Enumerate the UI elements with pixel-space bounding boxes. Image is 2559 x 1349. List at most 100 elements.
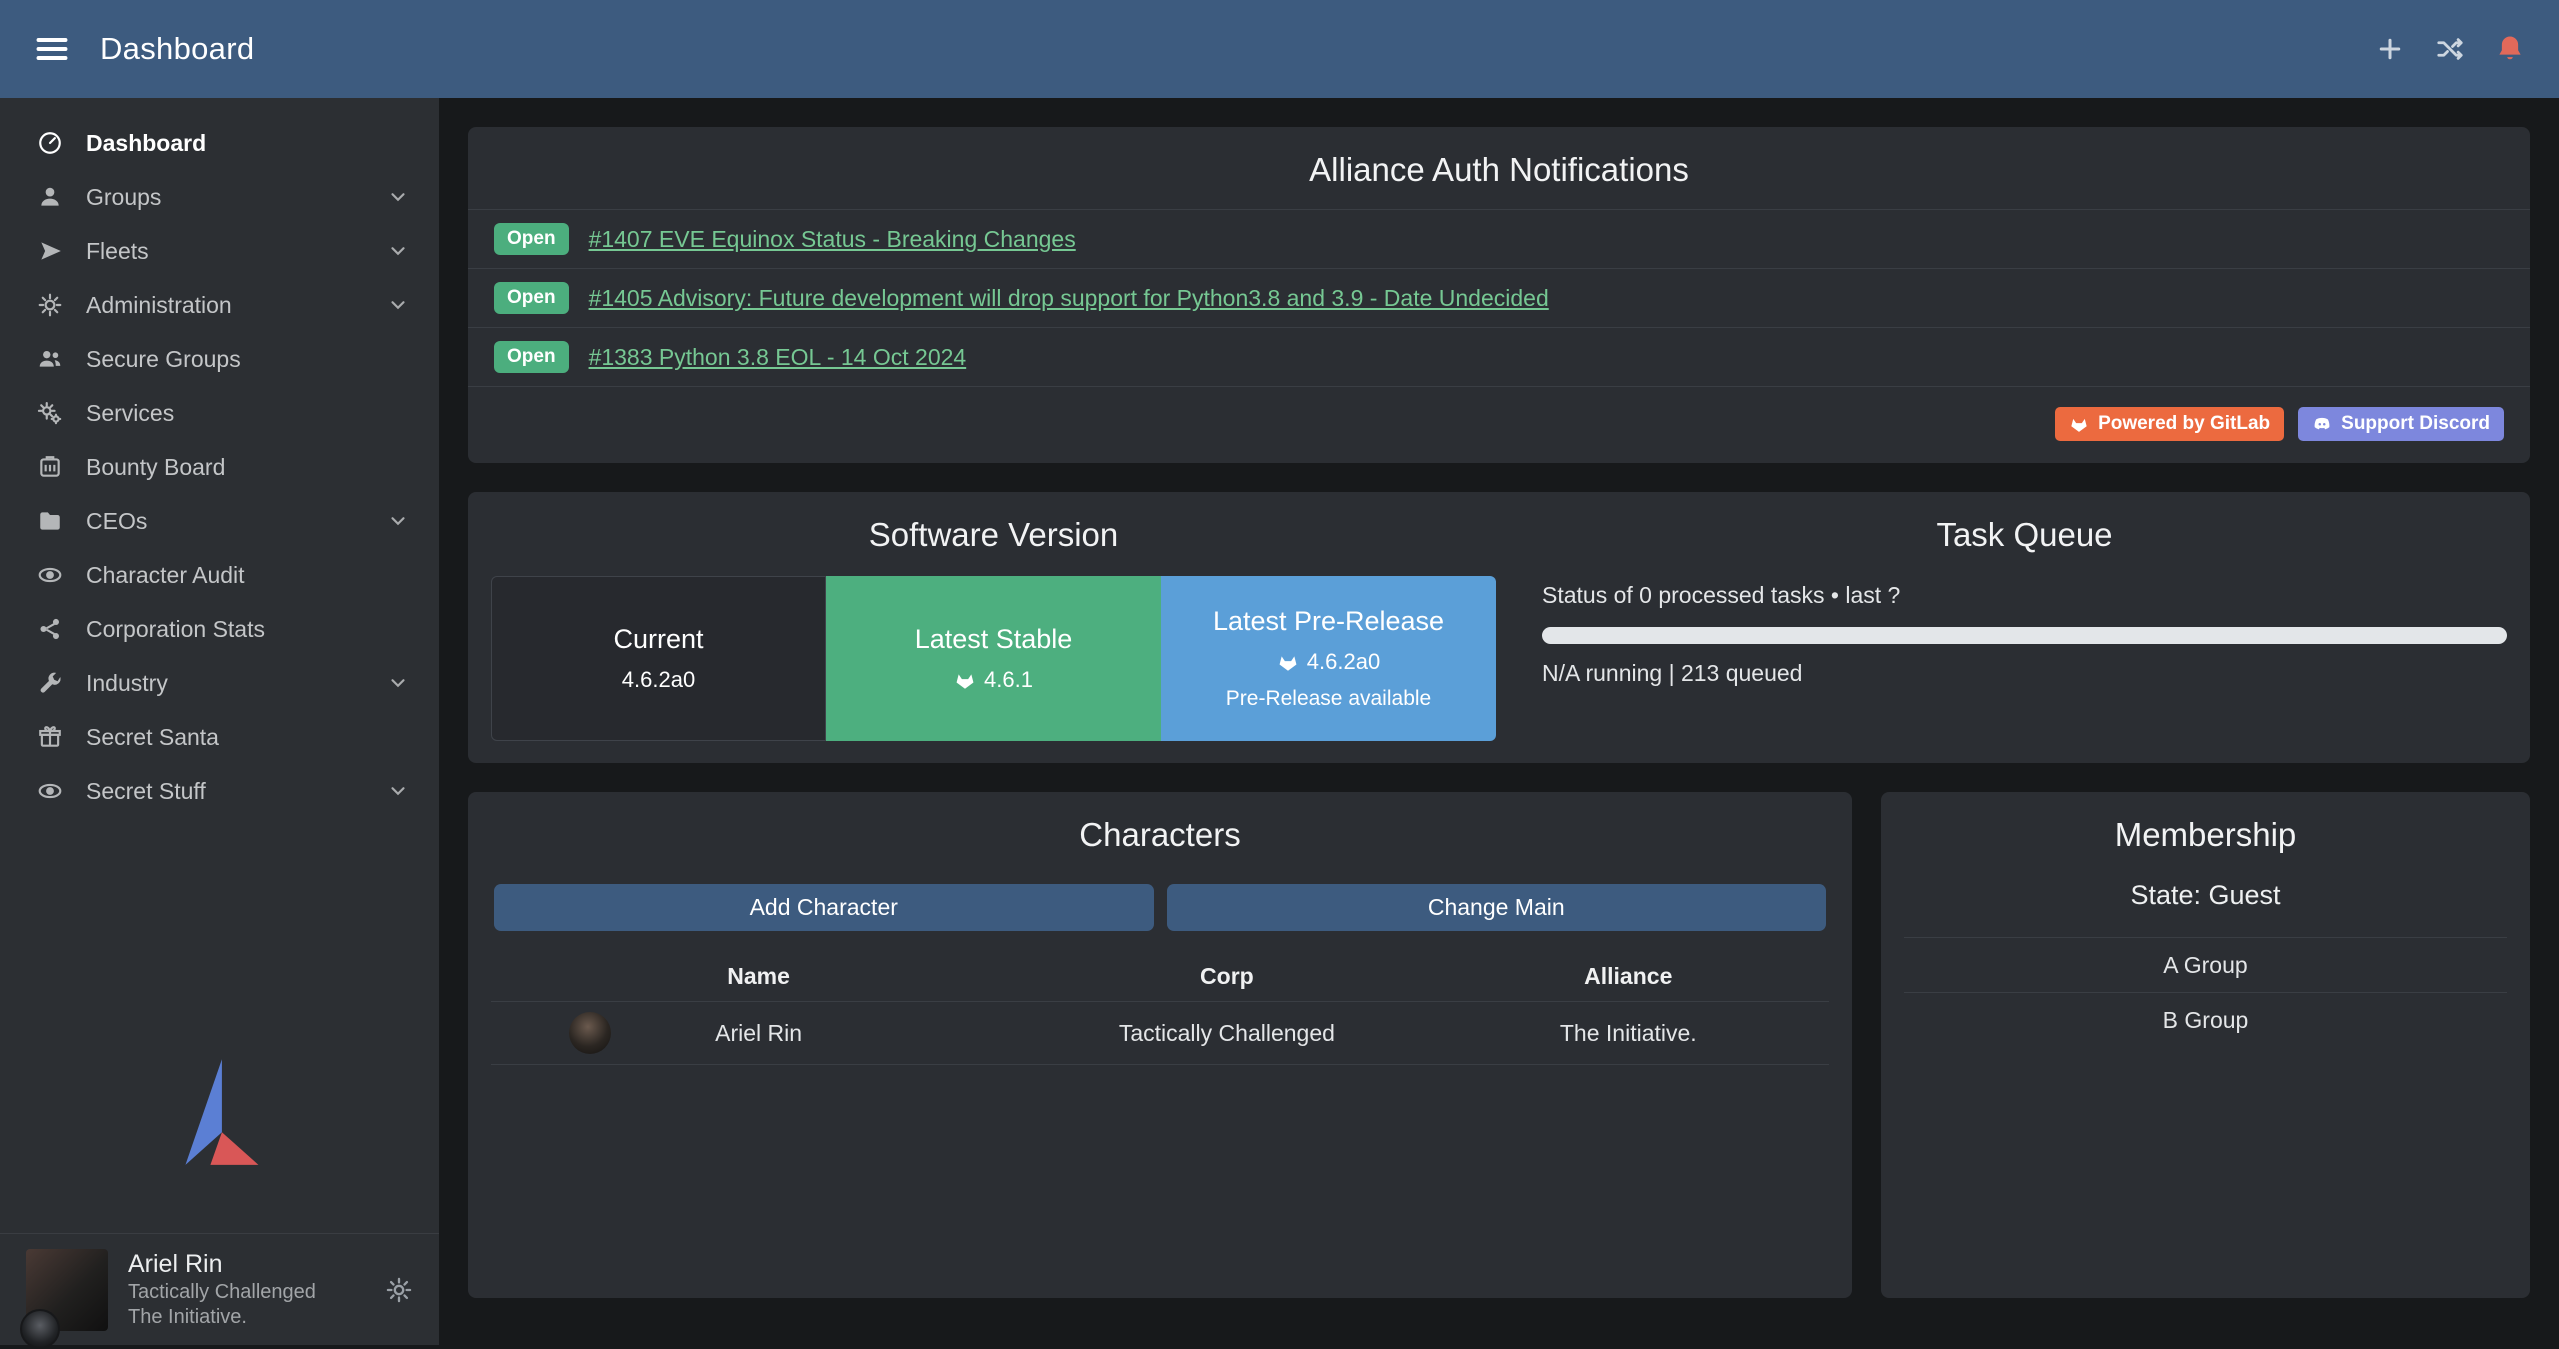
notifications-bell-icon[interactable] — [2495, 34, 2525, 64]
table-row: Ariel Rin Tactically Challenged The Init… — [491, 1001, 1829, 1065]
task-queue-counts-text: N/A running | 213 queued — [1542, 660, 2507, 687]
sidebar-item-services[interactable]: Services — [0, 386, 439, 440]
settings-gear-icon[interactable] — [385, 1276, 413, 1304]
gitlab-tanuki-icon — [1277, 651, 1299, 673]
membership-panel: Membership State: Guest A Group B Group — [1881, 792, 2530, 1298]
membership-title: Membership — [1904, 792, 2507, 874]
status-badge: Open — [494, 341, 569, 373]
column-header-corp: Corp — [1026, 963, 1427, 990]
version-stable-box: Latest Stable 4.6.1 — [826, 576, 1161, 741]
sidebar: Dashboard Groups Fleets Administra — [0, 98, 439, 1345]
chevron-down-icon — [387, 510, 409, 532]
sidebar-item-label: Secure Groups — [86, 346, 241, 373]
sidebar-item-ceos[interactable]: CEOs — [0, 494, 439, 548]
version-label: Latest Stable — [915, 624, 1073, 655]
sidebar-item-label: Industry — [86, 670, 168, 697]
sidebar-item-groups[interactable]: Groups — [0, 170, 439, 224]
user-alliance: The Initiative. — [128, 1305, 316, 1330]
prerelease-note: Pre-Release available — [1226, 687, 1431, 711]
software-version-title: Software Version — [491, 512, 1496, 568]
software-version-section: Software Version Current 4.6.2a0 Latest … — [468, 492, 1519, 763]
user-name: Ariel Rin — [128, 1249, 316, 1280]
chevron-down-icon — [387, 672, 409, 694]
group-row: A Group — [1904, 937, 2507, 992]
corp-logo-badge — [20, 1309, 60, 1349]
version-current-box: Current 4.6.2a0 — [491, 576, 826, 741]
version-label: Current — [613, 624, 703, 655]
chevron-down-icon — [387, 780, 409, 802]
eye-icon — [30, 778, 70, 804]
character-name: Ariel Rin — [715, 1020, 802, 1046]
wrench-icon — [30, 670, 70, 696]
notifications-title: Alliance Auth Notifications — [468, 127, 2530, 209]
sidebar-item-secure-groups[interactable]: Secure Groups — [0, 332, 439, 386]
notifications-panel: Alliance Auth Notifications Open #1407 E… — [468, 127, 2530, 463]
sidebar-item-secret-santa[interactable]: Secret Santa — [0, 710, 439, 764]
status-badge: Open — [494, 282, 569, 314]
chevron-down-icon — [387, 186, 409, 208]
task-progress-bar — [1542, 627, 2507, 644]
discord-badge-label: Support Discord — [2341, 413, 2490, 435]
sidebar-item-dashboard[interactable]: Dashboard — [0, 116, 439, 170]
sidebar-item-corporation-stats[interactable]: Corporation Stats — [0, 602, 439, 656]
main-content: Alliance Auth Notifications Open #1407 E… — [439, 98, 2559, 1345]
alliance-logo — [0, 1053, 439, 1173]
gears-icon — [30, 292, 70, 318]
sidebar-item-label: Secret Stuff — [86, 778, 206, 805]
version-number: 4.6.2a0 — [1307, 649, 1380, 675]
user-corp: Tactically Challenged — [128, 1280, 316, 1305]
sidebar-item-industry[interactable]: Industry — [0, 656, 439, 710]
column-header-alliance: Alliance — [1428, 963, 1829, 990]
version-label: Latest Pre-Release — [1213, 606, 1444, 637]
sidebar-item-administration[interactable]: Administration — [0, 278, 439, 332]
user-icon — [30, 184, 70, 210]
membership-state: State: Guest — [1904, 880, 2507, 911]
sidebar-item-label: Secret Santa — [86, 724, 219, 751]
sidebar-item-fleets[interactable]: Fleets — [0, 224, 439, 278]
sidebar-item-secret-stuff[interactable]: Secret Stuff — [0, 764, 439, 818]
characters-panel: Characters Add Character Change Main Nam… — [468, 792, 1852, 1298]
add-character-button[interactable]: Add Character — [494, 884, 1154, 931]
sidebar-item-label: Corporation Stats — [86, 616, 265, 643]
group-row: B Group — [1904, 992, 2507, 1047]
notification-link[interactable]: #1405 Advisory: Future development will … — [589, 285, 1549, 312]
gitlab-badge-label: Powered by GitLab — [2098, 413, 2270, 435]
share-nodes-icon — [30, 616, 70, 642]
character-portrait — [569, 1012, 611, 1054]
character-corp: Tactically Challenged — [1026, 1020, 1427, 1047]
change-main-button[interactable]: Change Main — [1167, 884, 1827, 931]
notification-link[interactable]: #1383 Python 3.8 EOL - 14 Oct 2024 — [589, 344, 967, 371]
sidebar-item-bounty-board[interactable]: Bounty Board — [0, 440, 439, 494]
notification-link[interactable]: #1407 EVE Equinox Status - Breaking Chan… — [589, 226, 1076, 253]
sidebar-item-label: CEOs — [86, 508, 147, 535]
sidebar-item-label: Administration — [86, 292, 232, 319]
gitlab-tanuki-icon — [954, 669, 976, 691]
folder-icon — [30, 508, 70, 534]
discord-badge[interactable]: Support Discord — [2298, 407, 2504, 441]
version-number: 4.6.1 — [984, 667, 1033, 693]
gitlab-tanuki-icon — [2069, 414, 2089, 434]
shuffle-icon[interactable] — [2435, 34, 2465, 64]
sidebar-item-label: Character Audit — [86, 562, 245, 589]
sidebar-item-label: Bounty Board — [86, 454, 225, 481]
task-queue-status-text: Status of 0 processed tasks • last ? — [1542, 582, 2507, 609]
users-icon — [30, 346, 70, 372]
status-badge: Open — [494, 223, 569, 255]
sidebar-item-label: Fleets — [86, 238, 149, 265]
add-icon[interactable] — [2375, 34, 2405, 64]
fighter-jet-icon — [30, 238, 70, 264]
notification-row: Open #1407 EVE Equinox Status - Breaking… — [468, 209, 2530, 268]
hamburger-menu-icon[interactable] — [34, 31, 70, 67]
discord-icon — [2312, 414, 2332, 434]
page-title: Dashboard — [100, 31, 254, 67]
sidebar-item-label: Groups — [86, 184, 161, 211]
software-taskqueue-panel: Software Version Current 4.6.2a0 Latest … — [468, 492, 2530, 763]
user-panel: Ariel Rin Tactically Challenged The Init… — [0, 1233, 439, 1345]
notification-row: Open #1383 Python 3.8 EOL - 14 Oct 2024 — [468, 327, 2530, 386]
user-avatar — [26, 1249, 108, 1331]
sidebar-item-label: Services — [86, 400, 174, 427]
sidebar-item-character-audit[interactable]: Character Audit — [0, 548, 439, 602]
notification-row: Open #1405 Advisory: Future development … — [468, 268, 2530, 327]
character-alliance: The Initiative. — [1428, 1020, 1829, 1047]
gitlab-badge[interactable]: Powered by GitLab — [2055, 407, 2284, 441]
